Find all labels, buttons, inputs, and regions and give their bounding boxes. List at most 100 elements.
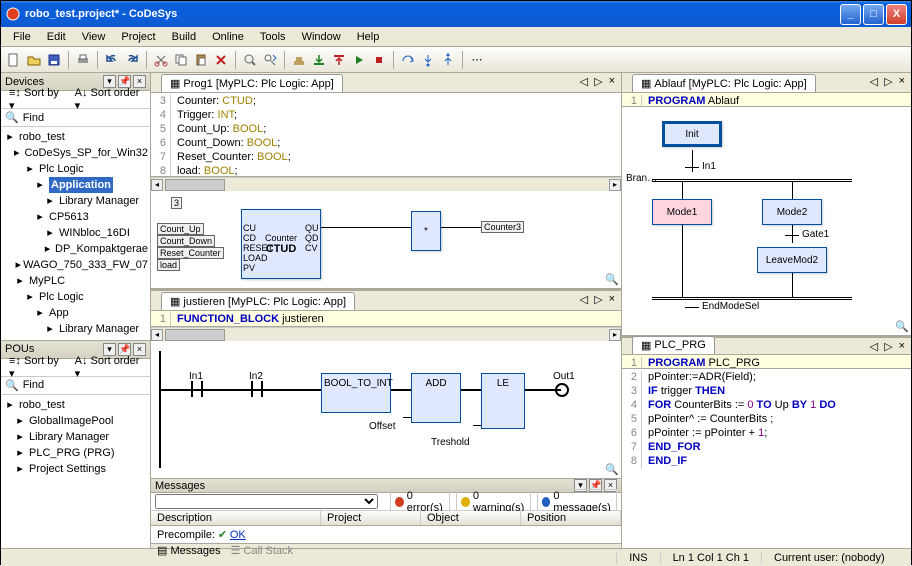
tree-node[interactable]: ▸PLC_PRG (PRG) — [3, 445, 148, 461]
scrollbar-h[interactable]: ◂▸ — [151, 177, 621, 191]
tree-node[interactable]: ▸DP_Kompaktgerae — [3, 241, 148, 257]
plcprg-body[interactable]: 2pPointer:=ADR(Field);3IF trigger THEN4 … — [622, 369, 911, 548]
menu-help[interactable]: Help — [349, 29, 388, 45]
tab-next-icon[interactable]: ▷ — [882, 75, 894, 88]
tab-close-icon[interactable]: × — [607, 75, 617, 88]
var-count-down[interactable]: Count_Down — [157, 235, 215, 247]
var-load[interactable]: load — [157, 259, 180, 271]
var-counter3[interactable]: Counter3 — [481, 221, 524, 233]
minimize-button[interactable]: _ — [840, 4, 861, 25]
tree-node[interactable]: ▸Plc Logic — [3, 161, 148, 177]
bottom-tab-messages[interactable]: ▤ Messages — [157, 544, 221, 557]
ablauf-sfc[interactable]: Init In1 Bran… Mode1 Mode2 Gate1 LeaveMo… — [622, 107, 911, 335]
print-icon[interactable] — [74, 51, 92, 69]
col-object[interactable]: Object — [421, 511, 521, 525]
sfc-transition-gate1[interactable]: Gate1 — [802, 229, 829, 240]
redo-icon[interactable] — [123, 51, 141, 69]
undo-icon[interactable] — [103, 51, 121, 69]
contact-in2[interactable] — [251, 381, 263, 397]
menu-online[interactable]: Online — [204, 29, 252, 45]
tab-justieren[interactable]: ▦ justieren [MyPLC: Plc Logic: App] — [161, 292, 355, 310]
tree-node[interactable]: ▸Plc Logic — [3, 289, 148, 305]
tab-prev-icon[interactable]: ◁ — [578, 293, 590, 306]
block-le[interactable]: LE — [481, 373, 525, 429]
menu-tools[interactable]: Tools — [252, 29, 294, 45]
ablauf-declaration[interactable]: 1PROGRAM Ablauf — [622, 93, 911, 107]
precompile-ok-link[interactable]: OK — [230, 529, 246, 541]
menu-view[interactable]: View — [74, 29, 114, 45]
tree-node[interactable]: ▸App — [3, 305, 148, 321]
delete-icon[interactable] — [212, 51, 230, 69]
login-icon[interactable] — [310, 51, 328, 69]
zoom-icon[interactable]: 🔍 — [605, 273, 619, 286]
menu-project[interactable]: Project — [113, 29, 163, 45]
constant-box[interactable]: 3 — [171, 197, 182, 209]
tab-close-icon[interactable]: × — [897, 340, 907, 353]
step-over-icon[interactable] — [399, 51, 417, 69]
block-bool-to-int[interactable]: BOOL_TO_INT — [321, 373, 391, 413]
justieren-declaration[interactable]: 1FUNCTION_BLOCK justieren — [151, 311, 621, 327]
close-button[interactable]: X — [886, 4, 907, 25]
logout-icon[interactable] — [330, 51, 348, 69]
menu-window[interactable]: Window — [294, 29, 349, 45]
contact-in1[interactable] — [191, 381, 203, 397]
tab-close-icon[interactable]: × — [607, 293, 617, 306]
tree-node[interactable]: ▸Library Manager — [3, 429, 148, 445]
bottom-tab-callstack[interactable]: ☰ Call Stack — [231, 544, 293, 557]
var-reset-counter[interactable]: Reset_Counter — [157, 247, 224, 259]
col-position[interactable]: Position — [521, 511, 621, 525]
tree-node[interactable]: ▸Application — [3, 177, 148, 193]
tab-close-icon[interactable]: × — [897, 75, 907, 88]
coil-out1[interactable] — [555, 383, 569, 397]
menu-edit[interactable]: Edit — [39, 29, 74, 45]
tab-plc-prg[interactable]: ▦ PLC_PRG — [632, 336, 715, 354]
devices-tree[interactable]: ▸robo_test▸CoDeSys_SP_for_Win32▸Plc Logi… — [3, 129, 148, 341]
step-into-icon[interactable] — [419, 51, 437, 69]
justieren-ladder[interactable]: In1 In2 BOOL_TO_INT ADD LE Out1 Offset T… — [151, 341, 621, 478]
tab-prev-icon[interactable]: ◁ — [868, 75, 880, 88]
maximize-button[interactable]: □ — [863, 4, 884, 25]
tree-node[interactable]: ▸WAGO_750_333_FW_07 — [3, 257, 148, 273]
sfc-step-leavemod2[interactable]: LeaveMod2 — [757, 247, 827, 273]
tab-next-icon[interactable]: ▷ — [882, 340, 894, 353]
find-icon[interactable]: 🔍 — [5, 111, 19, 124]
tab-prev-icon[interactable]: ◁ — [578, 75, 590, 88]
tree-node[interactable]: ▸GlobalImagePool — [3, 413, 148, 429]
prog1-fbd-diagram[interactable]: 3 Count_Up Count_Down Reset_Counter load… — [151, 191, 621, 291]
tree-node[interactable]: ▸WINbloc_16DI — [3, 225, 148, 241]
plcprg-declaration[interactable]: 1PROGRAM PLC_PRG — [622, 355, 911, 369]
message-category-select[interactable] — [155, 494, 378, 509]
mul-block[interactable]: * — [411, 211, 441, 251]
tree-node[interactable]: ▸CP5613 — [3, 209, 148, 225]
new-icon[interactable] — [5, 51, 23, 69]
sfc-transition-in1[interactable]: In1 — [702, 161, 716, 172]
save-icon[interactable] — [45, 51, 63, 69]
zoom-icon[interactable]: 🔍 — [895, 320, 909, 333]
sfc-step-init[interactable]: Init — [662, 121, 722, 147]
step-out-icon[interactable] — [439, 51, 457, 69]
sfc-step-mode2[interactable]: Mode2 — [762, 199, 822, 225]
tree-node[interactable]: ▸Project Settings — [3, 461, 148, 477]
col-project[interactable]: Project — [321, 511, 421, 525]
tree-node[interactable]: ▸Library Manager — [3, 321, 148, 337]
tab-prev-icon[interactable]: ◁ — [868, 340, 880, 353]
menu-build[interactable]: Build — [164, 29, 204, 45]
paste-icon[interactable] — [192, 51, 210, 69]
var-count-up[interactable]: Count_Up — [157, 223, 204, 235]
copy-icon[interactable] — [172, 51, 190, 69]
tab-prog1[interactable]: ▦ Prog1 [MyPLC: Plc Logic: App] — [161, 74, 343, 92]
col-description[interactable]: Description — [151, 511, 321, 525]
toolbar-more-icon[interactable]: ⋯ — [468, 51, 486, 69]
zoom-icon[interactable]: 🔍 — [605, 463, 619, 476]
scrollbar-h[interactable]: ◂▸ — [151, 327, 621, 341]
tree-node[interactable]: ▸robo_test — [3, 397, 148, 413]
sfc-step-mode1[interactable]: Mode1 — [652, 199, 712, 225]
tree-node[interactable]: ▸Library Manager — [3, 193, 148, 209]
find-icon[interactable] — [241, 51, 259, 69]
block-add[interactable]: ADD — [411, 373, 461, 423]
menu-file[interactable]: File — [5, 29, 39, 45]
tab-next-icon[interactable]: ▷ — [592, 293, 604, 306]
tree-node[interactable]: ▸CoDeSys_SP_for_Win32 — [3, 145, 148, 161]
tree-node[interactable]: ▸robo_test — [3, 129, 148, 145]
find-next-icon[interactable] — [261, 51, 279, 69]
